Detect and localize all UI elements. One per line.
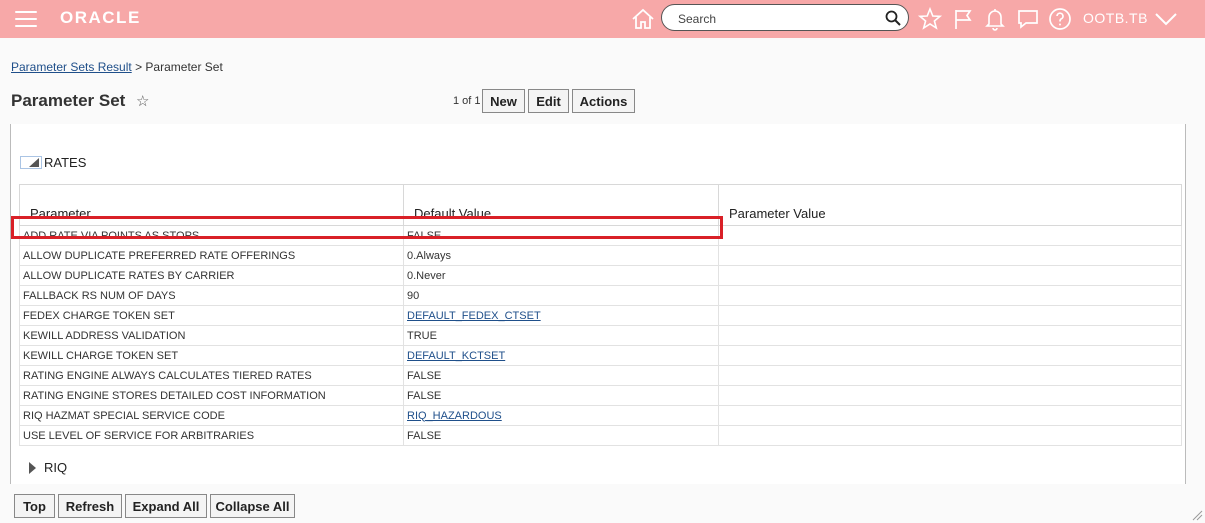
- table-row[interactable]: RATING ENGINE STORES DETAILED COST INFOR…: [19, 385, 1182, 406]
- help-icon[interactable]: [1047, 6, 1073, 32]
- cell-default-value: 90: [403, 285, 719, 306]
- cell-default-value: 0.Never: [403, 265, 719, 286]
- top-button[interactable]: Top: [14, 494, 55, 518]
- highlight-box: [11, 216, 723, 239]
- cell-default-value: DEFAULT_FEDEX_CTSET: [403, 305, 719, 326]
- column-header-parameter-value[interactable]: Parameter Value: [718, 184, 1182, 226]
- edit-button[interactable]: Edit: [528, 89, 569, 113]
- table-row[interactable]: FALLBACK RS NUM OF DAYS 90: [19, 285, 1182, 306]
- cell-parameter: KEWILL CHARGE TOKEN SET: [19, 345, 404, 366]
- cell-parameter: ALLOW DUPLICATE PREFERRED RATE OFFERINGS: [19, 245, 404, 266]
- search-icon[interactable]: [884, 9, 902, 27]
- table-row[interactable]: ALLOW DUPLICATE PREFERRED RATE OFFERINGS…: [19, 245, 1182, 266]
- cell-default-value: FALSE: [403, 365, 719, 386]
- new-button[interactable]: New: [482, 89, 525, 113]
- expand-riq-icon[interactable]: [29, 462, 36, 474]
- default-value-link[interactable]: RIQ_HAZARDOUS: [407, 410, 502, 422]
- collapse-all-button[interactable]: Collapse All: [210, 494, 295, 518]
- breadcrumb-link-parameter-sets-result[interactable]: Parameter Sets Result: [11, 60, 132, 74]
- cell-parameter-value[interactable]: [718, 305, 1182, 326]
- breadcrumb: Parameter Sets Result > Parameter Set: [11, 60, 223, 74]
- cell-parameter-value[interactable]: [718, 345, 1182, 366]
- home-icon[interactable]: [630, 6, 656, 32]
- search-input[interactable]: [676, 9, 880, 29]
- cell-parameter-value[interactable]: [718, 325, 1182, 346]
- table-row[interactable]: ALLOW DUPLICATE RATES BY CARRIER 0.Never: [19, 265, 1182, 286]
- cell-parameter: USE LEVEL OF SERVICE FOR ARBITRARIES: [19, 425, 404, 446]
- chat-icon[interactable]: [1015, 6, 1041, 32]
- cell-default-value: DEFAULT_KCTSET: [403, 345, 719, 366]
- cell-parameter-value[interactable]: [718, 265, 1182, 286]
- table-row[interactable]: KEWILL ADDRESS VALIDATION TRUE: [19, 325, 1182, 346]
- table-row[interactable]: RATING ENGINE ALWAYS CALCULATES TIERED R…: [19, 365, 1182, 386]
- favorite-star-icon[interactable]: ☆: [136, 92, 149, 110]
- top-header: ORACLE OOTB.TB: [0, 0, 1205, 38]
- cell-parameter: RATING ENGINE STORES DETAILED COST INFOR…: [19, 385, 404, 406]
- expand-all-button[interactable]: Expand All: [125, 494, 207, 518]
- cell-parameter-value[interactable]: [718, 225, 1182, 246]
- actions-button[interactable]: Actions: [572, 89, 635, 113]
- pager: 1 of 1: [453, 95, 481, 107]
- breadcrumb-current: Parameter Set: [145, 60, 223, 74]
- cell-parameter-value[interactable]: [718, 285, 1182, 306]
- cell-parameter: RIQ HAZMAT SPECIAL SERVICE CODE: [19, 405, 404, 426]
- bell-icon[interactable]: [982, 6, 1008, 32]
- cell-parameter-value[interactable]: [718, 245, 1182, 266]
- section-rates-header[interactable]: RATES: [44, 155, 86, 170]
- oracle-logo: ORACLE: [60, 8, 141, 27]
- default-value-link[interactable]: DEFAULT_KCTSET: [407, 350, 505, 362]
- menu-icon[interactable]: [15, 11, 37, 27]
- table-row[interactable]: KEWILL CHARGE TOKEN SET DEFAULT_KCTSET: [19, 345, 1182, 366]
- flag-icon[interactable]: [950, 6, 976, 32]
- cell-default-value: 0.Always: [403, 245, 719, 266]
- page-title: Parameter Set: [11, 91, 126, 110]
- search-box[interactable]: [661, 4, 909, 31]
- cell-default-value: TRUE: [403, 325, 719, 346]
- table-row[interactable]: RIQ HAZMAT SPECIAL SERVICE CODE RIQ_HAZAR…: [19, 405, 1182, 426]
- star-icon[interactable]: [917, 6, 943, 32]
- chevron-down-icon[interactable]: [1153, 6, 1179, 32]
- cell-parameter: FEDEX CHARGE TOKEN SET: [19, 305, 404, 326]
- cell-default-value: FALSE: [403, 425, 719, 446]
- cell-default-value: FALSE: [403, 385, 719, 406]
- refresh-button[interactable]: Refresh: [58, 494, 122, 518]
- table-row[interactable]: USE LEVEL OF SERVICE FOR ARBITRARIES FALS…: [19, 425, 1182, 446]
- cell-parameter: ALLOW DUPLICATE RATES BY CARRIER: [19, 265, 404, 286]
- table-row[interactable]: FEDEX CHARGE TOKEN SET DEFAULT_FEDEX_CTSE…: [19, 305, 1182, 326]
- resize-grip-icon[interactable]: [1191, 509, 1203, 521]
- cell-default-value: RIQ_HAZARDOUS: [403, 405, 719, 426]
- cell-parameter: FALLBACK RS NUM OF DAYS: [19, 285, 404, 306]
- cell-parameter-value[interactable]: [718, 385, 1182, 406]
- collapse-rates-icon[interactable]: [20, 156, 42, 169]
- cell-parameter-value[interactable]: [718, 405, 1182, 426]
- cell-parameter-value[interactable]: [718, 365, 1182, 386]
- section-riq-header[interactable]: RIQ: [44, 460, 67, 475]
- default-value-link[interactable]: DEFAULT_FEDEX_CTSET: [407, 310, 541, 322]
- cell-parameter: KEWILL ADDRESS VALIDATION: [19, 325, 404, 346]
- cell-parameter: RATING ENGINE ALWAYS CALCULATES TIERED R…: [19, 365, 404, 386]
- cell-parameter-value[interactable]: [718, 425, 1182, 446]
- user-name[interactable]: OOTB.TB: [1083, 10, 1148, 26]
- breadcrumb-separator: >: [135, 60, 143, 74]
